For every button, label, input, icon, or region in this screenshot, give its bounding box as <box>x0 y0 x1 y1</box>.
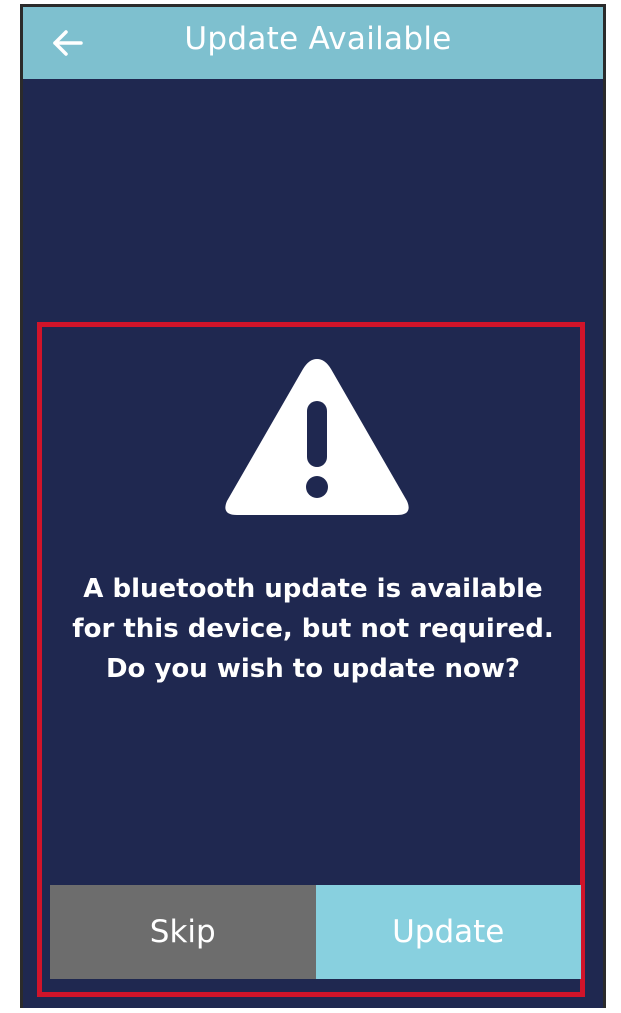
skip-button[interactable]: Skip <box>50 885 316 979</box>
update-message: A bluetooth update is available for this… <box>72 574 554 684</box>
page-title: Update Available <box>184 21 452 57</box>
header-bar: Update Available <box>23 7 603 79</box>
warning-triangle-icon <box>221 351 413 523</box>
button-row: Skip Update <box>50 885 581 979</box>
update-button[interactable]: Update <box>315 885 581 979</box>
device-screen: Update Available A bluetooth update is a… <box>20 4 606 1008</box>
